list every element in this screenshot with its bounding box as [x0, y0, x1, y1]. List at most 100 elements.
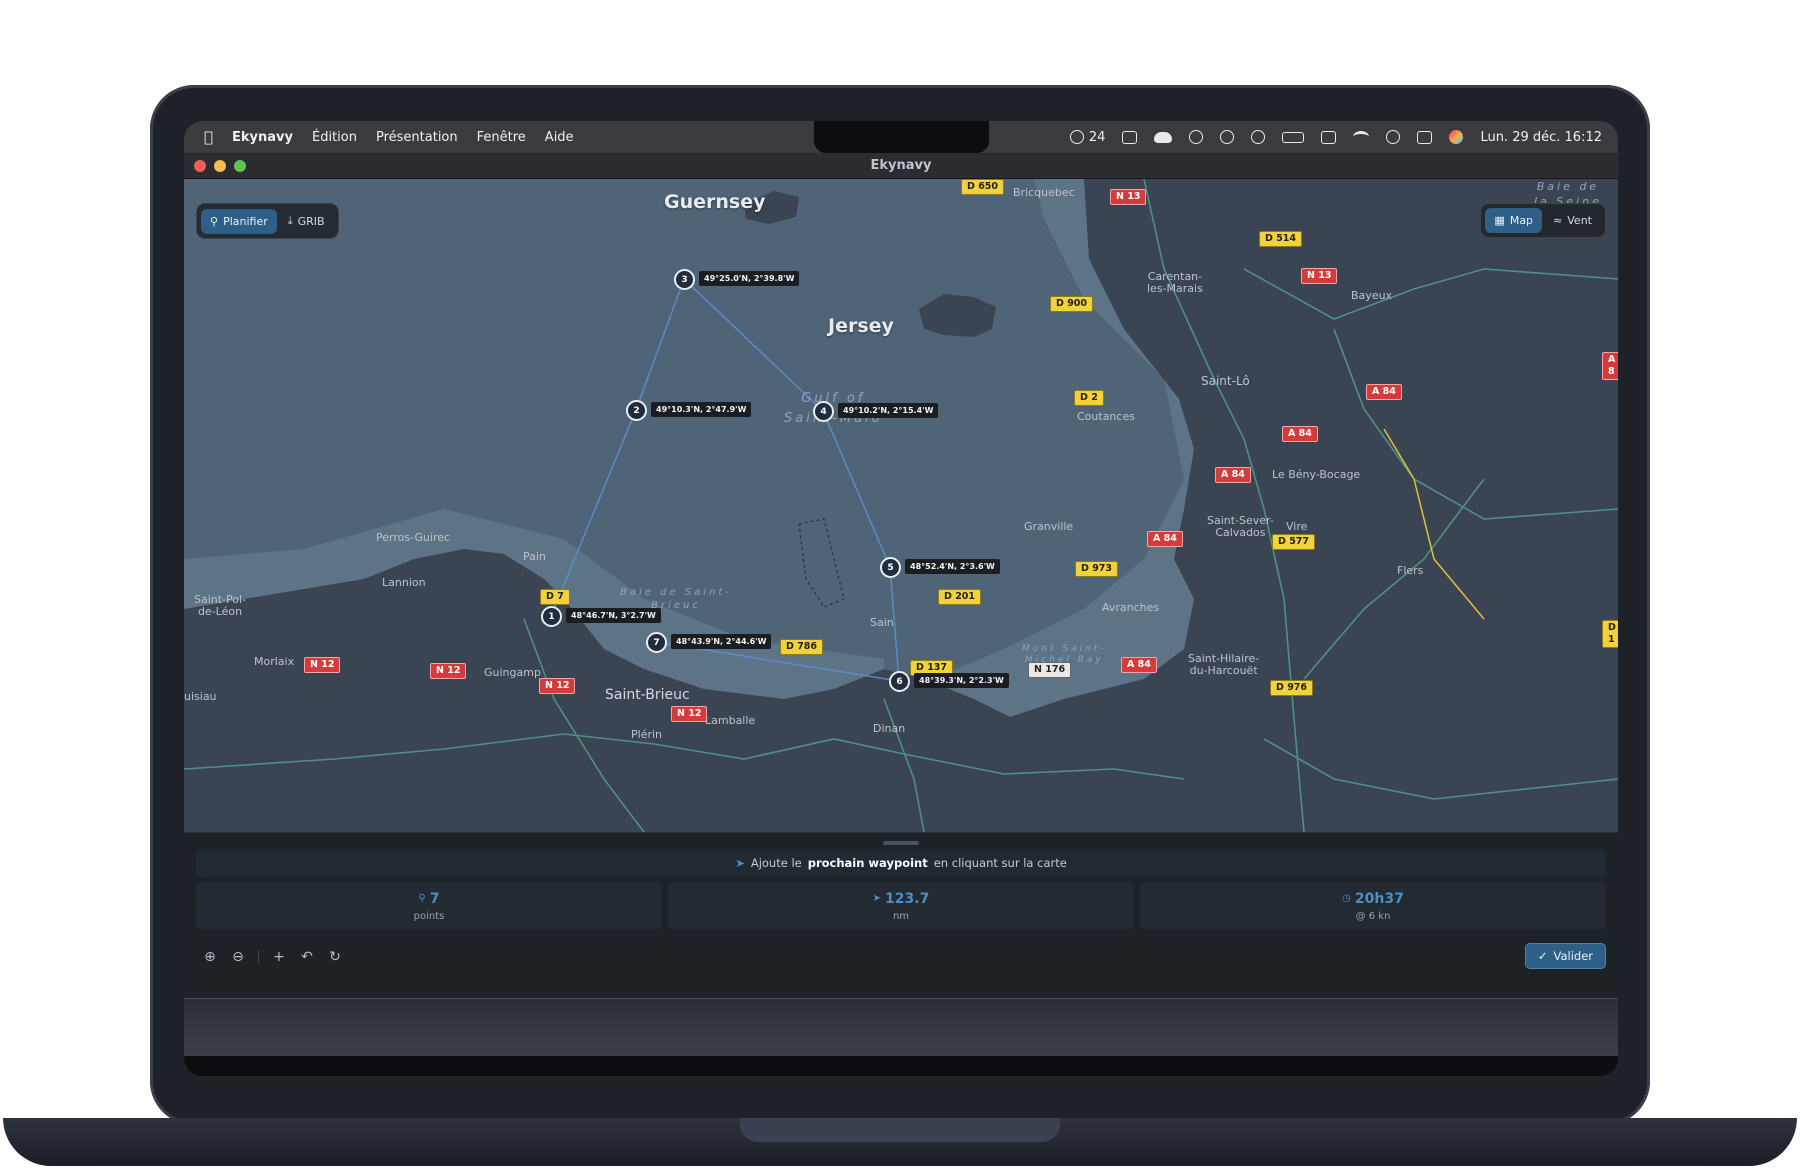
waypoint-marker[interactable]: 1 — [541, 606, 562, 627]
reset-icon: ↻ — [329, 949, 341, 965]
stat-points-value: 7 — [429, 890, 440, 907]
waypoint-coordinate: 49°10.3'N, 2°47.9'W — [651, 402, 752, 417]
reset-button[interactable]: ↻ — [321, 945, 349, 969]
hint-text-pre: Ajoute le — [750, 856, 802, 870]
menu-aide[interactable]: Aide — [545, 130, 574, 145]
toolbar-divider — [258, 950, 259, 964]
map-layer-button[interactable]: ▦ Map — [1485, 208, 1543, 233]
town-label: Lamballe — [705, 714, 756, 727]
maximize-window-button[interactable] — [234, 160, 246, 172]
town-label: Bricquebec — [1013, 186, 1075, 199]
wifi-icon[interactable] — [1353, 131, 1370, 143]
grib-mode-label: GRIB — [297, 214, 325, 228]
pin-icon: ⚲ — [418, 893, 426, 904]
validate-button[interactable]: ✓ Valider — [1524, 943, 1606, 969]
road-shield: N 13 — [1301, 268, 1338, 284]
plan-mode-button[interactable]: ⚲ Planifier — [201, 208, 277, 234]
undo-button[interactable]: ↶ — [293, 945, 321, 969]
menu-datetime[interactable]: Lun. 29 déc. 16:12 — [1480, 130, 1602, 145]
menu-fenetre[interactable]: Fenêtre — [477, 130, 526, 145]
island-label-guernsey: Guernsey — [664, 191, 766, 213]
waypoint-marker[interactable]: 7 — [646, 632, 667, 653]
weather-icon — [1069, 130, 1084, 144]
road-shield: D 1 — [1602, 620, 1618, 648]
waypoint-coordinate: 48°46.7'N, 3°2.7'W — [566, 608, 661, 623]
dock-area — [184, 998, 1618, 1056]
hint-text-post: en cliquant sur la carte — [933, 856, 1067, 870]
road-shield: N 12 — [304, 657, 341, 673]
menu-app-name[interactable]: Ekynavy — [232, 130, 293, 145]
stat-duration-label: @ 6 kn — [1355, 910, 1391, 922]
close-window-button[interactable] — [194, 160, 206, 172]
town-label: Bayeux — [1351, 289, 1393, 302]
menu-edition[interactable]: Édition — [312, 130, 357, 145]
hint-banner: ➤ Ajoute le prochain waypoint en cliquan… — [196, 849, 1606, 877]
camera-notch — [814, 121, 989, 153]
waypoint-marker[interactable]: 4 — [813, 401, 834, 422]
road-shield: D 2 — [1074, 390, 1104, 406]
map-layer-label: Map — [1509, 214, 1534, 227]
play-icon[interactable] — [1220, 130, 1235, 144]
screen:  Ekynavy Édition Présentation Fenêtre A… — [184, 121, 1618, 1056]
grib-mode-button[interactable]: ⤓ GRIB — [279, 208, 334, 234]
navigation-icon: ➤ — [872, 893, 882, 904]
waypoint-marker[interactable]: 2 — [626, 400, 647, 421]
menu-presentation[interactable]: Présentation — [376, 130, 458, 145]
window-icon[interactable] — [1321, 130, 1337, 144]
add-waypoint-button[interactable]: + — [265, 945, 293, 969]
document-icon[interactable] — [1122, 130, 1138, 144]
map-pin-icon: ⚲ — [210, 214, 219, 228]
layer-toggle: ▦ Map ≈ Vent — [1480, 203, 1606, 238]
stat-duration-value: 20h37 — [1354, 890, 1404, 907]
macos-menu-bar:  Ekynavy Édition Présentation Fenêtre A… — [184, 121, 1618, 153]
waypoint-coordinate: 48°52.4'N, 2°3.6'W — [905, 559, 1000, 574]
apple-logo-icon[interactable]:  — [204, 128, 213, 146]
road-shield: A 8 — [1602, 352, 1618, 380]
cloud-icon[interactable] — [1154, 131, 1173, 143]
city-label: Saint-Brieuc — [605, 687, 690, 703]
minimize-window-button[interactable] — [214, 160, 226, 172]
window-titlebar: Ekynavy — [184, 153, 1618, 179]
town-label: Pain — [523, 550, 546, 563]
waypoint-marker[interactable]: 3 — [674, 269, 695, 290]
waypoint-coordinate: 48°39.3'N, 2°2.3'W — [914, 673, 1009, 688]
town-label: Lannion — [382, 576, 426, 589]
zoom-in-button[interactable]: ⊕ — [196, 945, 224, 969]
shield-icon[interactable] — [1189, 130, 1204, 144]
battery-icon[interactable] — [1282, 131, 1305, 143]
map-toolbar: ⊕ ⊖ + ↶ ↻ ✓ Valider — [196, 943, 1606, 971]
search-icon[interactable] — [1386, 130, 1401, 144]
plan-mode-label: Planifier — [223, 214, 268, 228]
route-stats: ⚲ 7 points ➤ 123.7 nm ◷ 20h37 @ 6 kn — [196, 882, 1606, 930]
zoom-out-button[interactable]: ⊖ — [224, 945, 252, 969]
road-shield: D 650 — [961, 179, 1005, 195]
town-label: Le Bény-Bocage — [1272, 468, 1361, 481]
road-shield: D 7 — [540, 589, 570, 605]
waypoint-marker[interactable]: 6 — [889, 671, 910, 692]
nautical-map[interactable]: Guernsey Jersey Gulf of Saint-Malo Baie … — [184, 179, 1618, 832]
download-icon: ⤓ — [287, 214, 293, 227]
waypoint-marker[interactable]: 5 — [880, 557, 901, 578]
validate-label: Valider — [1553, 949, 1593, 963]
stat-distance: ➤ 123.7 nm — [668, 882, 1134, 930]
town-label: Plérin — [631, 728, 663, 741]
mode-toggle: ⚲ Planifier ⤓ GRIB — [196, 203, 339, 239]
laptop-foot — [1630, 1160, 1710, 1166]
wind-layer-button[interactable]: ≈ Vent — [1544, 208, 1601, 233]
siri-icon[interactable] — [1449, 130, 1464, 144]
road-shield: A 84 — [1282, 426, 1318, 442]
window-title: Ekynavy — [870, 158, 932, 173]
history-icon[interactable] — [1251, 130, 1266, 144]
town-label: uisiau — [184, 690, 217, 703]
window-controls — [194, 160, 246, 172]
island-label-jersey: Jersey — [828, 315, 894, 337]
weather-status[interactable]: 24 — [1069, 130, 1105, 145]
road-shield: N 12 — [430, 663, 467, 679]
town-label: Perros-Guirec — [376, 531, 451, 544]
town-label: Dinan — [873, 722, 906, 735]
panel-drag-handle[interactable] — [883, 841, 919, 845]
road-shield: N 12 — [539, 678, 576, 694]
control-center-icon[interactable] — [1417, 130, 1433, 144]
town-label: Saint-Hilaire- du-Harcouët — [1188, 652, 1260, 677]
town-label: Morlaix — [254, 655, 295, 668]
